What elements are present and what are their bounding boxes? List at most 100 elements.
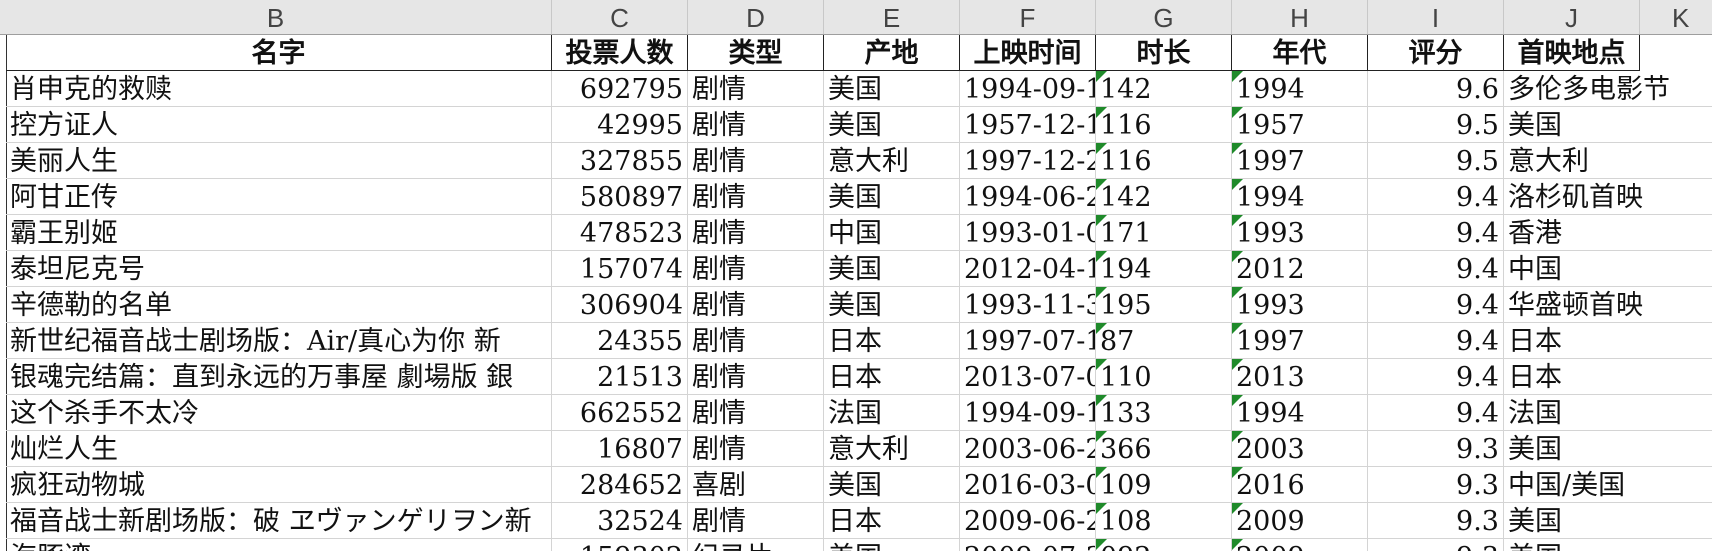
column-header-d[interactable]: D (688, 0, 824, 34)
cell-genre[interactable]: 剧情 (688, 71, 824, 107)
cell-genre[interactable]: 喜剧 (688, 467, 824, 503)
cell-votes[interactable]: 306904 (552, 287, 688, 323)
cell-country[interactable]: 美国 (824, 179, 960, 215)
header-cell-rating[interactable]: 评分 (1368, 35, 1504, 71)
cell-year[interactable]: 2009 (1232, 539, 1368, 551)
header-cell-release-date[interactable]: 上映时间 (960, 35, 1096, 71)
cell-votes[interactable]: 580897 (552, 179, 688, 215)
cell-votes[interactable]: 692795 (552, 71, 688, 107)
cell-premiere-location[interactable]: 美国 (1504, 431, 1712, 467)
cell-rating[interactable]: 9.4 (1368, 323, 1504, 359)
cell-premiere-location[interactable]: 日本 (1504, 323, 1712, 359)
cell-name[interactable]: 福音战士新剧场版：破 ヱヴァンゲリヲン新 (6, 503, 552, 539)
cell-release-date[interactable]: 1994-06-2 (960, 179, 1096, 215)
cell-name[interactable]: 肖申克的救赎 (6, 71, 552, 107)
cell-rating[interactable]: 9.4 (1368, 179, 1504, 215)
cell-votes[interactable]: 21513 (552, 359, 688, 395)
cell-year[interactable]: 1997 (1232, 323, 1368, 359)
cell-name[interactable]: 新世纪福音战士剧场版：Air/真心为你 新 (6, 323, 552, 359)
cell-country[interactable]: 美国 (824, 251, 960, 287)
cell-genre[interactable]: 剧情 (688, 107, 824, 143)
cell-year[interactable]: 2012 (1232, 251, 1368, 287)
cell-votes[interactable]: 32524 (552, 503, 688, 539)
cell-rating[interactable]: 9.4 (1368, 395, 1504, 431)
cell-duration[interactable]: 142 (1096, 179, 1232, 215)
cell-premiere-location[interactable]: 中国 (1504, 251, 1712, 287)
cell-name[interactable]: 霸王别姬 (6, 215, 552, 251)
cell-year[interactable]: 2003 (1232, 431, 1368, 467)
column-header-h[interactable]: H (1232, 0, 1368, 34)
cell-year[interactable]: 1993 (1232, 215, 1368, 251)
column-header-j[interactable]: J (1504, 0, 1640, 34)
header-cell-country[interactable]: 产地 (824, 35, 960, 71)
cell-premiere-location[interactable]: 中国/美国 (1504, 467, 1712, 503)
cell-duration[interactable]: 133 (1096, 395, 1232, 431)
header-cell-year[interactable]: 年代 (1232, 35, 1368, 71)
cell-genre[interactable]: 剧情 (688, 251, 824, 287)
header-cell-duration[interactable]: 时长 (1096, 35, 1232, 71)
cell-premiere-location[interactable]: 美国 (1504, 503, 1712, 539)
cell-rating[interactable]: 9.3 (1368, 503, 1504, 539)
spreadsheet[interactable]: B C D E F G H I J K 名字 投票人数 类型 产地 上映时间 时… (0, 0, 1712, 551)
cell-release-date[interactable]: 1993-01-0 (960, 215, 1096, 251)
cell-year[interactable]: 2013 (1232, 359, 1368, 395)
cell-premiere-location[interactable]: 法国 (1504, 395, 1712, 431)
cell-release-date[interactable]: 2013-07-0 (960, 359, 1096, 395)
cell-release-date[interactable]: 2016-03-0 (960, 467, 1096, 503)
cell-premiere-location[interactable]: 洛杉矶首映 (1504, 179, 1712, 215)
column-header-f[interactable]: F (960, 0, 1096, 34)
cell-duration[interactable]: 116 (1096, 107, 1232, 143)
cell-rating[interactable]: 9.5 (1368, 143, 1504, 179)
cell-votes[interactable]: 662552 (552, 395, 688, 431)
cell-country[interactable]: 法国 (824, 395, 960, 431)
cell-release-date[interactable]: 1994-09-1 (960, 71, 1096, 107)
cell-release-date[interactable]: 1957-12-1 (960, 107, 1096, 143)
cell-premiere-location[interactable]: 香港 (1504, 215, 1712, 251)
cell-premiere-location[interactable]: 美国 (1504, 107, 1712, 143)
cell-country[interactable]: 中国 (824, 215, 960, 251)
cell-genre[interactable]: 剧情 (688, 395, 824, 431)
cell-name[interactable]: 美丽人生 (6, 143, 552, 179)
cell-release-date[interactable]: 1993-11-3 (960, 287, 1096, 323)
cell-name[interactable]: 阿甘正传 (6, 179, 552, 215)
column-header-e[interactable]: E (824, 0, 960, 34)
cell-year[interactable]: 1994 (1232, 71, 1368, 107)
cell-name[interactable]: 疯狂动物城 (6, 467, 552, 503)
cell-duration[interactable]: 108 (1096, 503, 1232, 539)
column-header-k[interactable]: K (1640, 0, 1712, 34)
column-header-g[interactable]: G (1096, 0, 1232, 34)
cell-year[interactable]: 2009 (1232, 503, 1368, 539)
header-cell-premiere-location[interactable]: 首映地点 (1504, 35, 1640, 71)
cell-release-date[interactable]: 2009-07-3 (960, 539, 1096, 551)
cell-release-date[interactable]: 2003-06-2 (960, 431, 1096, 467)
cell-votes[interactable]: 157074 (552, 251, 688, 287)
cell-genre[interactable]: 剧情 (688, 143, 824, 179)
cell-name[interactable]: 灿烂人生 (6, 431, 552, 467)
cell-country[interactable]: 日本 (824, 503, 960, 539)
cell-rating[interactable]: 9.3 (1368, 539, 1504, 551)
cell-rating[interactable]: 9.3 (1368, 467, 1504, 503)
cell-name[interactable]: 海豚湾 (6, 539, 552, 551)
cell-duration[interactable]: 116 (1096, 143, 1232, 179)
cell-premiere-location[interactable]: 日本 (1504, 359, 1712, 395)
column-header-i[interactable]: I (1368, 0, 1504, 34)
cell-duration[interactable]: 194 (1096, 251, 1232, 287)
cell-duration[interactable]: 171 (1096, 215, 1232, 251)
cell-votes[interactable]: 284652 (552, 467, 688, 503)
header-cell-genre[interactable]: 类型 (688, 35, 824, 71)
cell-release-date[interactable]: 1994-09-1 (960, 395, 1096, 431)
cell-duration[interactable]: 109 (1096, 467, 1232, 503)
cell-rating[interactable]: 9.4 (1368, 251, 1504, 287)
cell-name[interactable]: 泰坦尼克号 (6, 251, 552, 287)
cell-premiere-location[interactable]: 华盛顿首映 (1504, 287, 1712, 323)
cell-country[interactable]: 日本 (824, 359, 960, 395)
cell-year[interactable]: 1994 (1232, 179, 1368, 215)
cell-country[interactable]: 美国 (824, 287, 960, 323)
cell-country[interactable]: 美国 (824, 71, 960, 107)
cell-year[interactable]: 1993 (1232, 287, 1368, 323)
cell-duration[interactable]: 87 (1096, 323, 1232, 359)
cell-votes[interactable]: 16807 (552, 431, 688, 467)
cell-votes[interactable]: 478523 (552, 215, 688, 251)
cell-name[interactable]: 控方证人 (6, 107, 552, 143)
cell-premiere-location[interactable]: 意大利 (1504, 143, 1712, 179)
